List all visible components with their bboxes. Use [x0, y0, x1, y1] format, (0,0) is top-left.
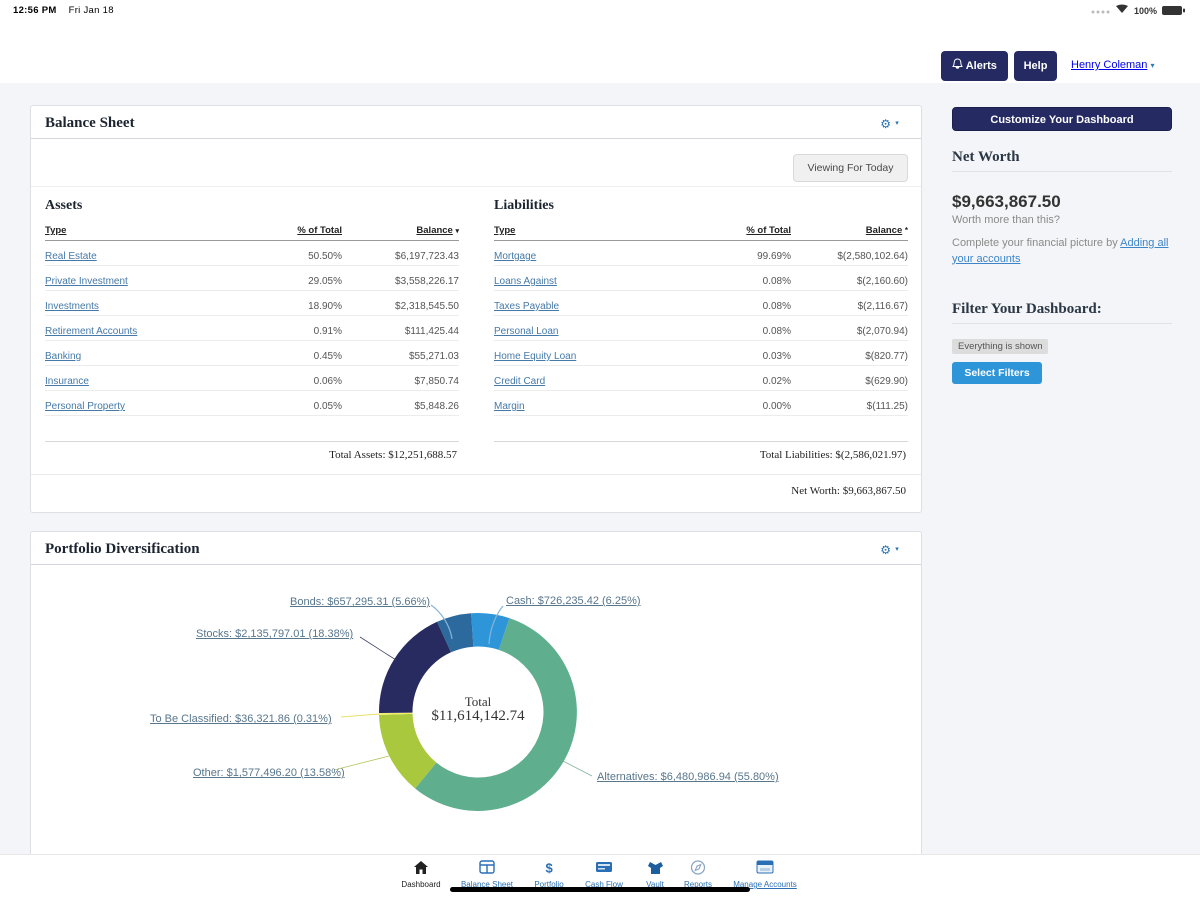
- svg-text:$: $: [546, 861, 554, 876]
- svg-text:100%: 100%: [1134, 6, 1157, 16]
